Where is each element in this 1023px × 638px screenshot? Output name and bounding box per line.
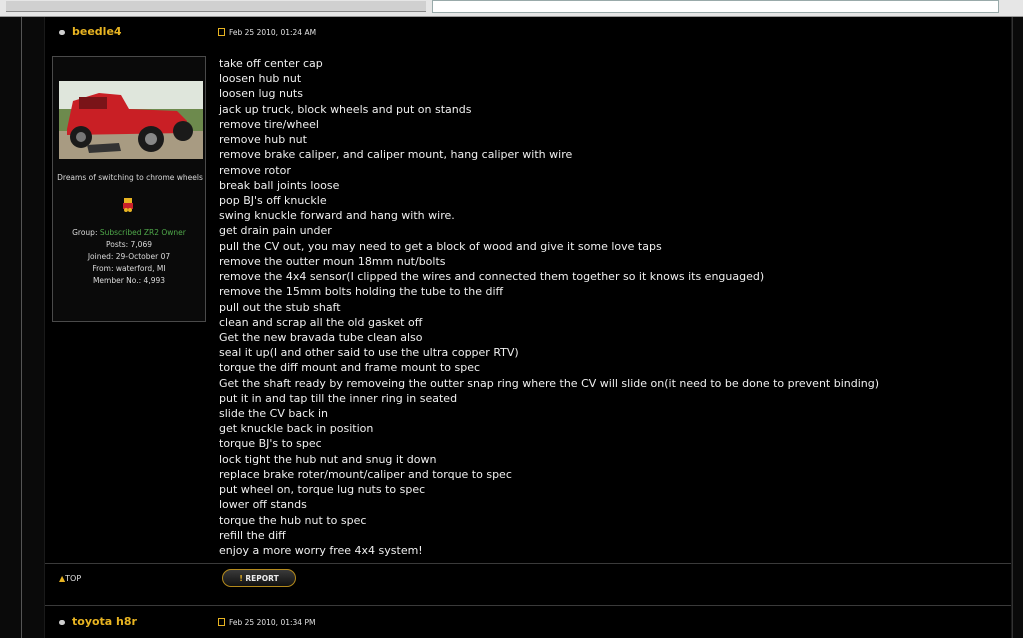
address-field[interactable] — [432, 0, 999, 13]
top-link[interactable]: ▲TOP — [59, 574, 81, 583]
post-line: seal it up(I and other said to use the u… — [219, 346, 519, 360]
post-line: remove rotor — [219, 163, 291, 177]
post-line: take off center cap — [219, 57, 323, 70]
post-line: Get the new bravada tube clean also — [219, 330, 423, 344]
post-line: Get the shaft ready by removeing the out… — [219, 376, 880, 390]
post-line: put it in and tap till the inner ring in… — [219, 391, 458, 405]
post-line: clean and scrap all the old gasket off — [219, 315, 423, 329]
post-line: lower off stands — [219, 498, 307, 512]
post-line: jack up truck, block wheels and put on s… — [219, 102, 472, 116]
post-line: pull out the stub shaft — [219, 300, 341, 314]
scrollbar[interactable] — [1012, 17, 1023, 638]
post-line: refill the diff — [219, 528, 286, 542]
post-line: replace brake roter/mount/caliper and to… — [219, 467, 512, 481]
post-line: pop BJ's off knuckle — [219, 193, 327, 207]
bullet-icon — [59, 620, 65, 625]
user-member-no: Member No.: 4,993 — [92, 276, 166, 285]
post-line: remove brake caliper, and caliper mount,… — [219, 148, 573, 162]
user-avatar[interactable] — [59, 81, 203, 159]
post-line: break ball joints loose — [219, 178, 340, 192]
user-from: From: waterford, MI — [92, 264, 166, 273]
post-line: remove the outter moun 18mm nut/bolts — [219, 254, 446, 268]
document-icon — [218, 28, 225, 36]
post-date: Feb 25 2010, 01:34 PM — [229, 618, 316, 627]
post-author-link[interactable]: beedle4 — [72, 25, 122, 38]
bullet-icon — [59, 30, 65, 35]
user-signature: Dreams of switching to chrome wheels — [57, 173, 203, 182]
post-line: torque BJ's to spec — [219, 437, 322, 451]
post-line: get drain pain under — [219, 224, 332, 238]
report-label: REPORT — [245, 574, 279, 583]
post-line: remove the 15mm bolts holding the tube t… — [219, 285, 504, 299]
left-gutter — [0, 17, 44, 638]
post-line: lock tight the hub nut and snug it down — [219, 452, 437, 466]
browser-top-bar — [0, 0, 1023, 17]
post-date: Feb 25 2010, 01:24 AM — [229, 28, 317, 37]
post-line: loosen lug nuts — [219, 87, 303, 101]
post-line: enjoy a more worry free 4x4 system! — [219, 544, 423, 557]
post-line: put wheel on, torque lug nuts to spec — [219, 483, 426, 497]
post-line: slide the CV back in — [219, 407, 329, 421]
report-button[interactable]: ! REPORT — [222, 569, 296, 587]
user-group: Group: Subscribed ZR2 Owner — [53, 227, 205, 239]
post-line: loosen hub nut — [219, 72, 302, 86]
user-joined: Joined: 29-October 07 — [87, 252, 171, 261]
post-line: remove tire/wheel — [219, 117, 319, 131]
post-header: beedle4 Feb 25 2010, 01:24 AM — [45, 17, 1011, 47]
top-label: TOP — [65, 574, 82, 583]
user-stats: Group: Subscribed ZR2 Owner Posts: 7,069… — [53, 227, 205, 287]
window-title-strip — [6, 1, 426, 12]
signature-emoticon-icon — [122, 197, 134, 212]
post-line: remove hub nut — [219, 133, 307, 147]
post-line: swing knuckle forward and hang with wire… — [219, 209, 455, 223]
post-line: get knuckle back in position — [219, 422, 374, 436]
post-header: toyota h8r Feb 25 2010, 01:34 PM — [45, 607, 1011, 637]
post-line: torque the diff mount and frame mount to… — [219, 361, 481, 375]
post-line: remove the 4x4 sensor(I clipped the wire… — [219, 270, 765, 284]
post-body: take off center cap loosen hub nut loosen … — [219, 56, 999, 558]
post-divider — [45, 563, 1011, 564]
document-icon — [218, 618, 225, 626]
post-author-link[interactable]: toyota h8r — [72, 615, 137, 628]
group-label: Group: — [72, 228, 98, 237]
user-posts: Posts: 7,069 — [106, 240, 152, 249]
forum-thread: beedle4 Feb 25 2010, 01:24 AM Dreams of … — [45, 17, 1011, 638]
post-line: pull the CV out, you may need to get a b… — [219, 239, 662, 253]
post-line: torque the hub nut to spec — [219, 513, 367, 527]
post-divider — [45, 605, 1011, 606]
group-value: Subscribed ZR2 Owner — [99, 228, 186, 237]
user-info-panel: Dreams of switching to chrome wheels Gro… — [52, 56, 206, 322]
